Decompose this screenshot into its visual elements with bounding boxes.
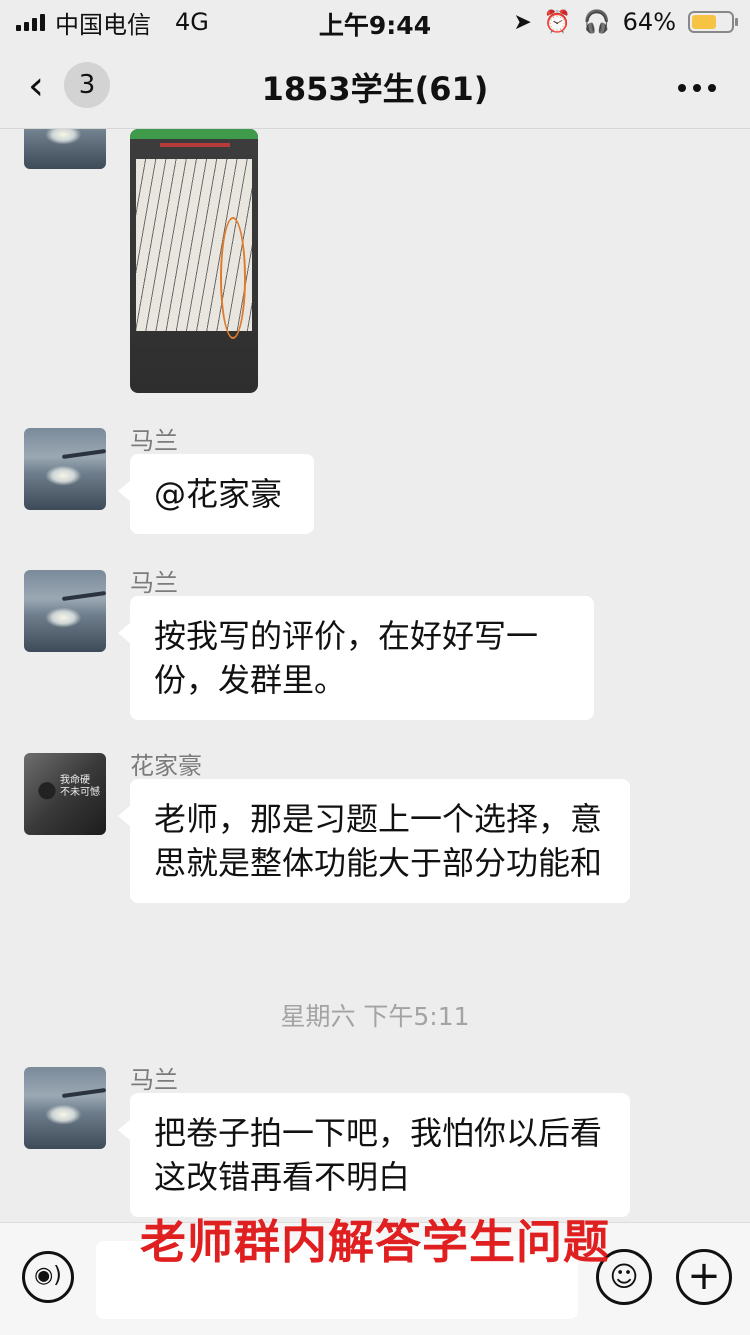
alarm-icon: ⏰ bbox=[543, 9, 572, 35]
avatar[interactable] bbox=[24, 428, 106, 510]
battery-icon bbox=[688, 11, 738, 33]
headphones-icon: 🎧 bbox=[583, 9, 611, 35]
message-bubble[interactable]: @花家豪 bbox=[118, 454, 314, 534]
avatar[interactable] bbox=[24, 1067, 106, 1149]
battery-fill bbox=[692, 15, 717, 29]
status-bar: 中国电信 4G 上午9:44 ➤ ⏰ 🎧 64% bbox=[0, 0, 750, 44]
sender-name: 花家豪 bbox=[130, 752, 202, 780]
sender-name: 马兰 bbox=[130, 569, 178, 597]
avatar[interactable] bbox=[24, 129, 106, 169]
avatar[interactable] bbox=[24, 570, 106, 652]
time-divider: 星期六 下午5:11 bbox=[280, 1002, 470, 1031]
avatar[interactable]: 我命硬 不未可憾 bbox=[24, 753, 106, 835]
battery-percent: 64% bbox=[622, 8, 676, 36]
status-right: ➤ ⏰ 🎧 64% bbox=[513, 6, 738, 38]
message-bubble[interactable]: 老师，那是习题上一个选择，意思就是整体功能大于部分功能和 bbox=[118, 779, 630, 903]
message-bubble[interactable]: 按我写的评价，在好好写一份，发群里。 bbox=[118, 596, 594, 720]
image-message[interactable] bbox=[130, 129, 258, 393]
location-icon: ➤ bbox=[513, 9, 532, 35]
overlay-caption: 老师群内解答学生问题 bbox=[140, 1215, 610, 1269]
chat-title: 1853学生(61) bbox=[261, 70, 489, 108]
chat-header: ‹ 3 1853学生(61) bbox=[0, 44, 750, 129]
message-bubble[interactable]: 把卷子拍一下吧，我怕你以后看这改错再看不明白 bbox=[118, 1093, 630, 1217]
avatar-caption: 我命硬 不未可憾 bbox=[60, 775, 100, 798]
sender-name: 马兰 bbox=[130, 1066, 178, 1094]
sender-name: 马兰 bbox=[130, 427, 178, 455]
more-dots-icon[interactable] bbox=[678, 84, 716, 92]
message-list[interactable]: 马兰 @花家豪 马兰 按我写的评价，在好好写一份，发群里。 我命硬 不未可憾 花… bbox=[0, 129, 750, 1221]
